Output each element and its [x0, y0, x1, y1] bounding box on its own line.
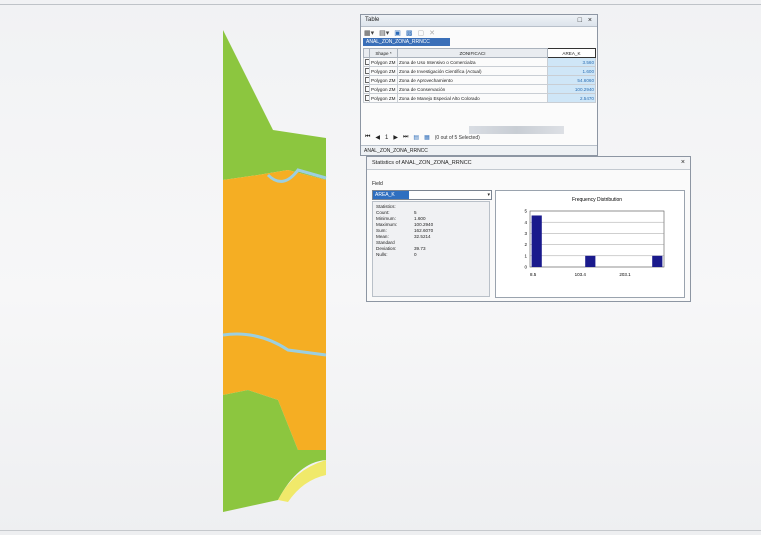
bar	[531, 215, 542, 267]
stat-line: Standard Deviation: 39.73	[376, 240, 426, 251]
row-selector[interactable]	[363, 57, 370, 67]
cell-zone: Zona de Uso Intensivo o Comercialza	[397, 57, 548, 67]
row-checkbox[interactable]	[365, 94, 369, 101]
window-controls[interactable]: □ ×	[578, 15, 594, 26]
cell-area: 1.600	[547, 66, 596, 76]
row-selector[interactable]	[363, 75, 370, 85]
horizontal-scrollbar[interactable]	[469, 126, 564, 134]
y-tick-label: 0	[524, 265, 527, 270]
statistics-panel: Statistics: Count: 5 Minimum: 1.600 Maximu…	[372, 201, 490, 297]
table-row[interactable]: Polygon ZM Zona de Conservación 100.2940	[363, 84, 596, 94]
bar	[585, 255, 596, 267]
related-tables-icon[interactable]: ▤▾	[379, 29, 389, 37]
table-row[interactable]: Polygon ZM Zona de Uso Intensivo o Comer…	[363, 57, 596, 67]
y-tick-label: 5	[524, 209, 527, 214]
row-selector[interactable]	[363, 84, 370, 94]
map-zone-green-top	[223, 30, 326, 180]
table-row[interactable]: Polygon ZM Zona de Investigación Científ…	[363, 66, 596, 76]
column-header-area[interactable]: AREA_K	[547, 48, 596, 58]
cell-zone: Zona de Conservación	[397, 84, 548, 94]
cell-shape: Polygon ZM	[369, 75, 398, 85]
selection-count: (0 out of 5 Selected)	[434, 134, 480, 141]
y-tick-label: 3	[524, 231, 527, 236]
x-tick-label: 103.4	[575, 272, 587, 277]
column-header-zonificaci[interactable]: ZONIFICACI	[397, 48, 548, 58]
y-tick-label: 1	[524, 253, 527, 258]
row-selector[interactable]	[363, 93, 370, 103]
frequency-chart-panel: Frequency Distribution 5 4 3 2 1 0 8.5 103.4 203.…	[495, 190, 685, 298]
zoning-map	[222, 30, 327, 512]
cell-area: 2.5470	[547, 93, 596, 103]
record-navigator: ⏮ ◀ 1 ▶ ⏭ ▤ ▦ (0 out of 5 Selected)	[365, 134, 480, 141]
cell-area: 54.6060	[547, 75, 596, 85]
x-tick-label: 8.5	[530, 272, 537, 277]
attribute-grid: Shape * ZONIFICACI AREA_K Polygon ZM Zon…	[363, 48, 596, 103]
column-header-shape[interactable]: Shape *	[369, 48, 398, 58]
cell-zone: Zona de Investigación Científica (Actual…	[397, 66, 548, 76]
record-number[interactable]: 1	[385, 135, 388, 141]
stat-line: Nulls: 0	[376, 252, 417, 257]
y-tick-label: 2	[524, 242, 527, 247]
chevron-down-icon[interactable]: ▾	[487, 191, 490, 199]
select-by-attributes-icon[interactable]: ▣	[394, 29, 401, 37]
chart-title: Frequency Distribution	[572, 197, 622, 203]
x-tick-label: 203.1	[619, 272, 631, 277]
table-window-titlebar[interactable]: Table □ ×	[361, 15, 597, 27]
frequency-chart: Frequency Distribution 5 4 3 2 1 08.5 103.4 203.…	[524, 197, 665, 277]
layer-tab[interactable]: ANAL_ZON_ZONA_RRNCC	[363, 38, 450, 46]
table-footer-tab[interactable]: ANAL_ZON_ZONA_RRNCC	[361, 145, 597, 155]
cell-area: 100.2940	[547, 84, 596, 94]
switch-selection-icon[interactable]: ▩	[406, 29, 413, 37]
statistics-window[interactable]: Statistics of ANAL_ZON_ZONA_RRNCC × Fiel…	[366, 156, 691, 302]
cell-zone: Zona de Manejo Especial Alto Colorado	[397, 93, 548, 103]
next-record-icon[interactable]: ▶	[393, 134, 398, 141]
row-selector[interactable]	[363, 66, 370, 76]
statistics-titlebar[interactable]: Statistics of ANAL_ZON_ZONA_RRNCC ×	[367, 157, 690, 170]
bottom-rule	[0, 530, 761, 531]
previous-record-icon[interactable]: ◀	[375, 134, 380, 141]
top-rule	[0, 4, 761, 5]
attribute-table-window[interactable]: Table □ × ▦▾ ▤▾ ▣ ▩ ▢ ✕ ANAL_ZON_ZONA_RR…	[360, 14, 598, 156]
row-checkbox[interactable]	[365, 67, 369, 74]
close-icon[interactable]: ×	[681, 157, 685, 169]
table-toolbar: ▦▾ ▤▾ ▣ ▩ ▢ ✕	[361, 27, 597, 38]
field-label: Field	[372, 181, 383, 187]
cell-shape: Polygon ZM	[369, 84, 398, 94]
delete-selected-icon[interactable]: ✕	[429, 29, 435, 37]
show-all-records-icon[interactable]: ▤	[413, 134, 419, 141]
table-row[interactable]: Polygon ZM Zona de Manejo Especial Alto …	[363, 93, 596, 103]
row-checkbox[interactable]	[365, 76, 369, 83]
clear-selection-icon[interactable]: ▢	[418, 29, 425, 37]
row-checkbox[interactable]	[365, 85, 369, 92]
y-tick-label: 4	[524, 220, 527, 225]
table-window-title: Table	[365, 17, 380, 23]
bar	[652, 255, 663, 267]
plot-area	[529, 210, 665, 268]
cell-zone: Zona de Aprovechamiento	[397, 75, 548, 85]
cell-shape: Polygon ZM	[369, 57, 398, 67]
table-options-icon[interactable]: ▦▾	[364, 29, 374, 37]
field-dropdown[interactable]: AREA_K ▾	[372, 190, 492, 200]
last-record-icon[interactable]: ⏭	[403, 134, 408, 141]
field-dropdown-value: AREA_K	[373, 191, 409, 199]
show-selected-records-icon[interactable]: ▦	[424, 134, 430, 141]
cell-shape: Polygon ZM	[369, 66, 398, 76]
table-row[interactable]: Polygon ZM Zona de Aprovechamiento 54.60…	[363, 75, 596, 85]
grid-header-row: Shape * ZONIFICACI AREA_K	[363, 48, 596, 58]
row-checkbox[interactable]	[365, 58, 369, 65]
cell-area: 3.560	[547, 57, 596, 67]
first-record-icon[interactable]: ⏮	[365, 134, 370, 141]
cell-shape: Polygon ZM	[369, 93, 398, 103]
statistics-title: Statistics of ANAL_ZON_ZONA_RRNCC	[372, 160, 472, 166]
